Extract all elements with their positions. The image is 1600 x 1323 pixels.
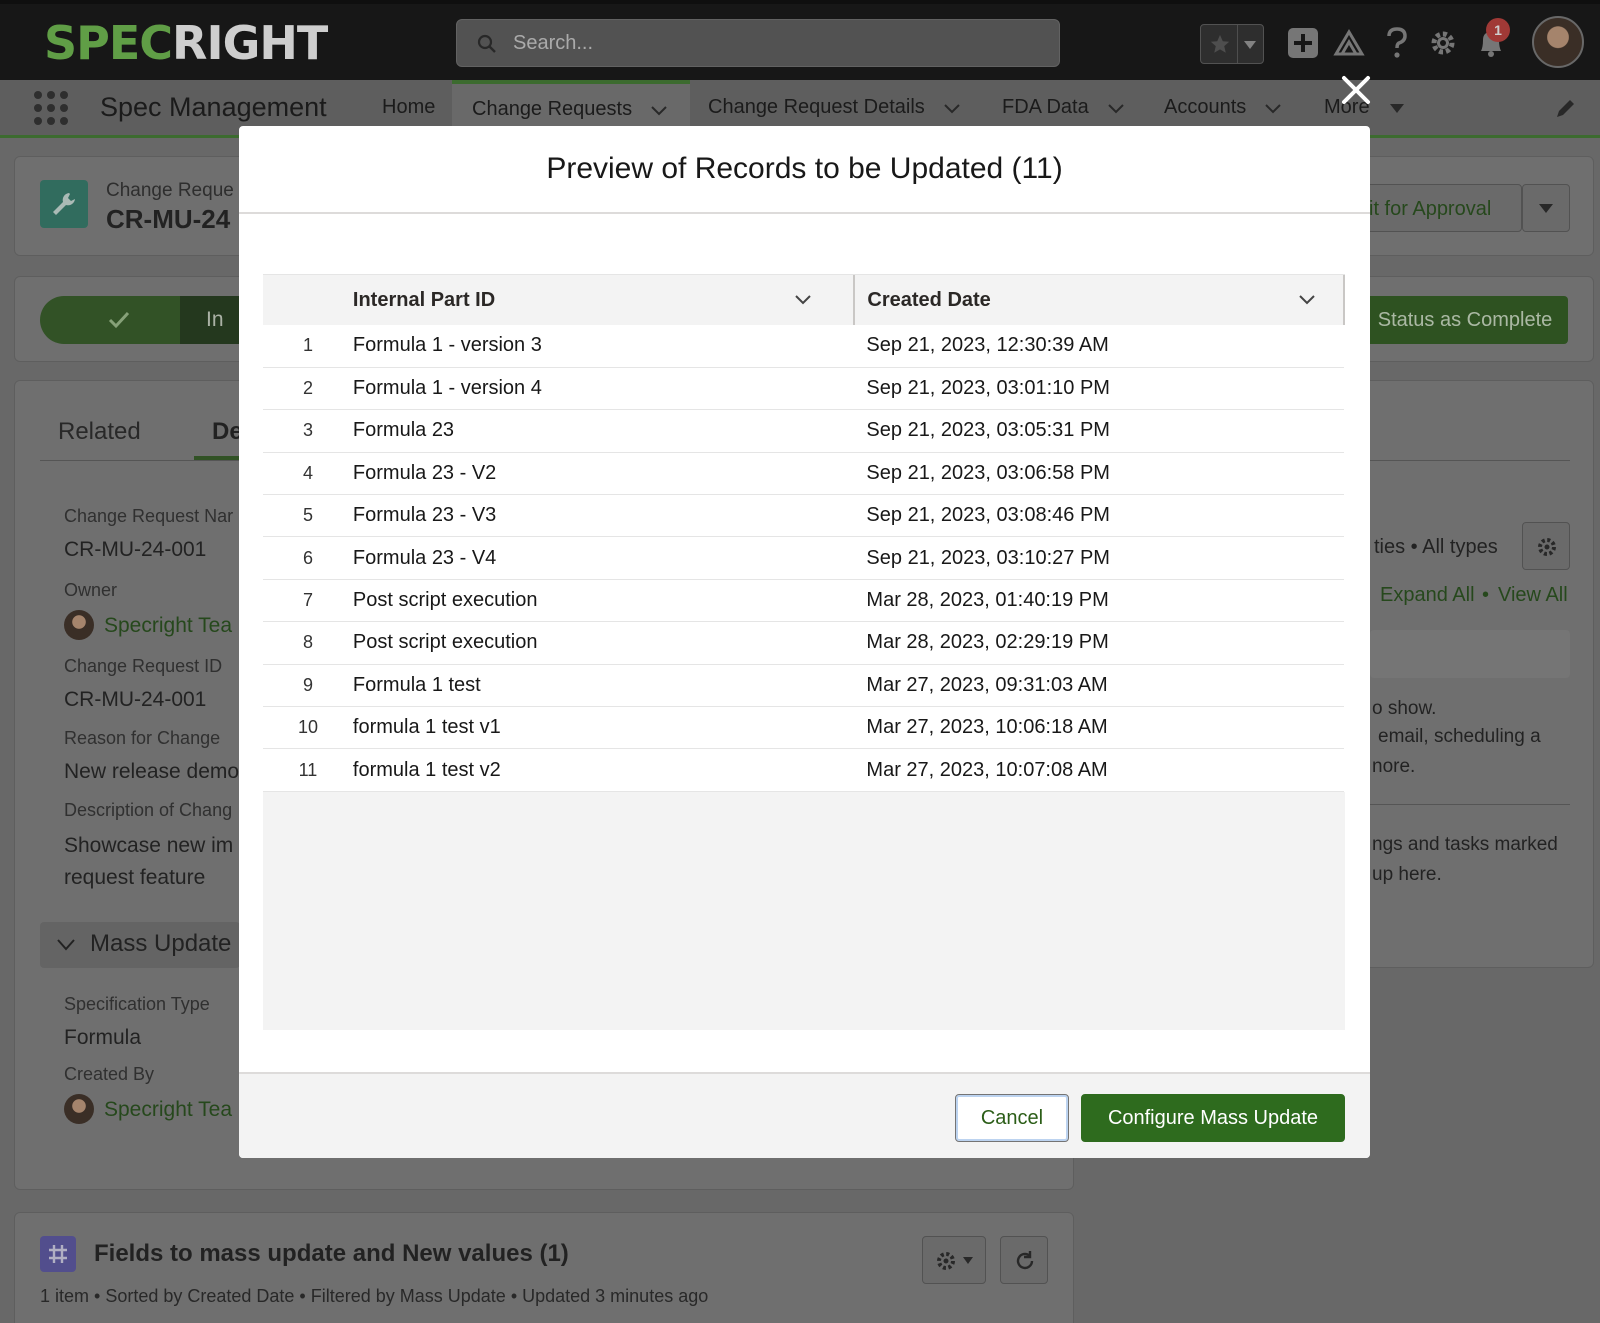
internal-part-id-cell: Formula 1 test bbox=[352, 673, 481, 696]
row-number: 3 bbox=[302, 420, 313, 441]
internal-part-id-cell: Post script execution bbox=[352, 631, 538, 654]
column-header-label: Internal Part ID bbox=[352, 289, 496, 311]
created-date-cell: Mar 28, 2023, 02:29:19 PM bbox=[866, 631, 1109, 654]
created-date-cell: Sep 21, 2023, 03:10:27 PM bbox=[866, 546, 1110, 569]
internal-part-id-cell: Formula 23 - V2 bbox=[352, 461, 497, 484]
internal-part-id-cell: Formula 23 bbox=[352, 419, 455, 442]
table-row: 7 Post script execution Mar 28, 2023, 01… bbox=[263, 579, 1344, 622]
modal-header: Preview of Records to be Updated (11) bbox=[239, 126, 1370, 214]
row-number-header bbox=[263, 275, 353, 325]
column-header-internal-part-id[interactable]: Internal Part ID bbox=[352, 275, 856, 325]
created-date-cell: Mar 27, 2023, 09:31:03 AM bbox=[866, 673, 1108, 696]
row-number: 10 bbox=[297, 717, 318, 738]
row-number: 4 bbox=[302, 462, 313, 483]
internal-part-id-cell: Post script execution bbox=[352, 589, 538, 612]
table-row: 6 Formula 23 - V4 Sep 21, 2023, 03:10:27… bbox=[263, 537, 1344, 580]
created-date-cell: Sep 21, 2023, 03:06:58 PM bbox=[866, 461, 1110, 484]
column-header-created-date[interactable]: Created Date bbox=[854, 275, 1345, 325]
row-number: 8 bbox=[302, 632, 313, 653]
created-date-cell: Sep 21, 2023, 03:05:31 PM bbox=[866, 419, 1110, 442]
table-row: 10 formula 1 test v1 Mar 27, 2023, 10:06… bbox=[263, 707, 1344, 749]
column-header-label: Created Date bbox=[867, 289, 991, 311]
created-date-cell: Mar 28, 2023, 01:40:19 PM bbox=[866, 589, 1109, 612]
row-number: 1 bbox=[302, 335, 313, 356]
created-date-cell: Sep 21, 2023, 03:08:46 PM bbox=[866, 504, 1110, 527]
row-number: 6 bbox=[302, 547, 313, 568]
table-row: 1 Formula 1 - version 3 Sep 21, 2023, 12… bbox=[263, 325, 1344, 368]
row-number: 11 bbox=[298, 759, 318, 780]
internal-part-id-cell: Formula 1 - version 3 bbox=[352, 334, 542, 357]
records-table-container[interactable]: Internal Part ID Created Date 1 Formula … bbox=[263, 274, 1345, 1030]
table-row: 11 formula 1 test v2 Mar 27, 2023, 10:07… bbox=[263, 749, 1344, 792]
table-row: 3 Formula 23 Sep 21, 2023, 03:05:31 PM bbox=[263, 410, 1344, 453]
row-number: 9 bbox=[302, 674, 313, 695]
table-row: 9 Formula 1 test Mar 27, 2023, 09:31:03 … bbox=[263, 664, 1344, 707]
internal-part-id-cell: formula 1 test v2 bbox=[352, 758, 501, 781]
created-date-cell: Mar 27, 2023, 10:07:08 AM bbox=[866, 758, 1108, 781]
internal-part-id-cell: Formula 23 - V3 bbox=[352, 504, 497, 527]
table-row: 8 Post script execution Mar 28, 2023, 02… bbox=[263, 622, 1344, 665]
modal-footer: Cancel Configure Mass Update bbox=[239, 1072, 1370, 1158]
close-icon[interactable] bbox=[1338, 72, 1374, 108]
table-row: 2 Formula 1 - version 4 Sep 21, 2023, 03… bbox=[263, 367, 1344, 410]
internal-part-id-cell: formula 1 test v1 bbox=[352, 716, 501, 739]
internal-part-id-cell: Formula 23 - V4 bbox=[352, 546, 497, 569]
chevron-down-icon[interactable] bbox=[793, 289, 813, 309]
chevron-down-icon[interactable] bbox=[1297, 289, 1317, 309]
created-date-cell: Sep 21, 2023, 03:01:10 PM bbox=[866, 377, 1110, 400]
created-date-cell: Sep 21, 2023, 12:30:39 AM bbox=[866, 334, 1109, 357]
created-date-cell: Mar 27, 2023, 10:06:18 AM bbox=[866, 716, 1108, 739]
table-row: 4 Formula 23 - V2 Sep 21, 2023, 03:06:58… bbox=[263, 452, 1344, 495]
cancel-button[interactable]: Cancel bbox=[955, 1094, 1069, 1142]
configure-mass-update-button[interactable]: Configure Mass Update bbox=[1081, 1094, 1345, 1142]
row-number: 2 bbox=[302, 378, 313, 399]
table-header-row: Internal Part ID Created Date bbox=[263, 275, 1345, 325]
modal-title: Preview of Records to be Updated (11) bbox=[546, 152, 1063, 185]
table-row: 5 Formula 23 - V3 Sep 21, 2023, 03:08:46… bbox=[263, 495, 1344, 537]
internal-part-id-cell: Formula 1 - version 4 bbox=[352, 377, 542, 400]
row-number: 7 bbox=[302, 590, 313, 611]
preview-modal: Preview of Records to be Updated (11) In… bbox=[239, 126, 1370, 1158]
records-table: Internal Part ID Created Date 1 Formula … bbox=[263, 275, 1345, 792]
row-number: 5 bbox=[302, 505, 313, 526]
